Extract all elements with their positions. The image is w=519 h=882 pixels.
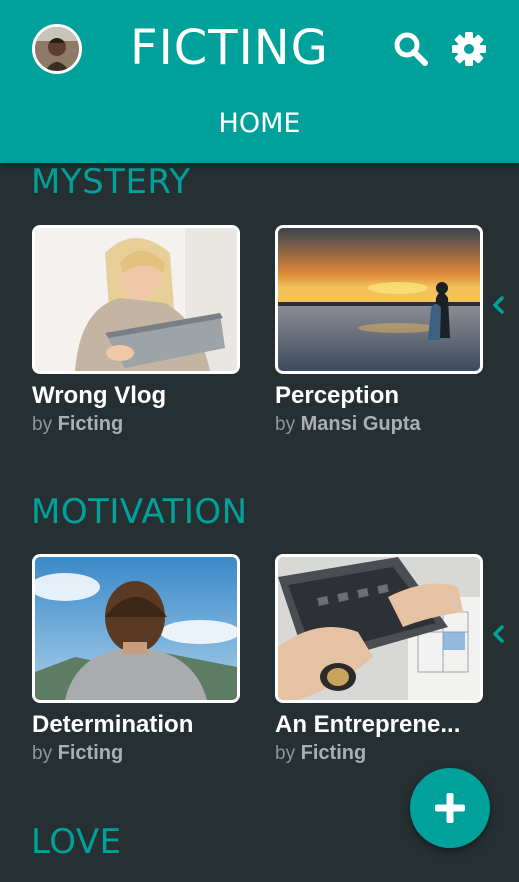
by-label: by bbox=[32, 414, 53, 435]
man-looking-at-sky-image bbox=[35, 557, 237, 700]
section-title-motivation: MOTIVATION bbox=[31, 492, 248, 532]
chevron-left-icon[interactable] bbox=[490, 624, 506, 644]
section-title-mystery: MYSTERY bbox=[31, 162, 191, 202]
story-thumbnail[interactable] bbox=[32, 225, 240, 374]
story-thumbnail[interactable] bbox=[275, 225, 483, 374]
story-thumbnail[interactable] bbox=[275, 554, 483, 703]
add-story-button[interactable] bbox=[410, 768, 490, 848]
avatar[interactable] bbox=[32, 24, 82, 74]
plus-icon bbox=[435, 793, 465, 823]
story-title[interactable]: An Entreprene... bbox=[275, 711, 485, 739]
section-title-love: LOVE bbox=[31, 822, 122, 862]
hands-on-laptop-image bbox=[278, 557, 480, 700]
woman-with-laptop-image bbox=[35, 228, 237, 371]
story-title[interactable]: Wrong Vlog bbox=[32, 382, 242, 410]
story-author[interactable]: by Mansi Gupta bbox=[275, 413, 483, 436]
author-name: Ficting bbox=[300, 742, 367, 764]
chevron-left-icon[interactable] bbox=[490, 295, 506, 315]
tab-home[interactable]: HOME bbox=[0, 108, 519, 139]
story-title[interactable]: Determination bbox=[32, 711, 242, 739]
app-title: FICTING bbox=[130, 20, 329, 76]
app-bar: FICTING HOME bbox=[0, 0, 519, 163]
story-card[interactable]: An Entreprene... by Ficting bbox=[275, 554, 483, 765]
story-title[interactable]: Perception bbox=[275, 382, 485, 410]
story-thumbnail[interactable] bbox=[32, 554, 240, 703]
by-label: by bbox=[32, 743, 53, 764]
story-card[interactable]: Perception by Mansi Gupta bbox=[275, 225, 483, 436]
by-label: by bbox=[275, 743, 296, 764]
settings-button[interactable] bbox=[450, 30, 488, 68]
story-author[interactable]: by Ficting bbox=[32, 742, 240, 765]
couple-at-sunset-image bbox=[278, 228, 480, 371]
by-label: by bbox=[275, 414, 296, 435]
search-icon bbox=[394, 32, 428, 66]
story-card[interactable]: Wrong Vlog by Ficting bbox=[32, 225, 240, 436]
story-card[interactable]: Determination by Ficting bbox=[32, 554, 240, 765]
story-author[interactable]: by Ficting bbox=[275, 742, 483, 765]
user-avatar-icon bbox=[35, 27, 79, 71]
story-author[interactable]: by Ficting bbox=[32, 413, 240, 436]
author-name: Ficting bbox=[57, 413, 124, 435]
gear-icon bbox=[452, 32, 486, 66]
search-button[interactable] bbox=[392, 30, 430, 68]
author-name: Mansi Gupta bbox=[300, 413, 421, 435]
author-name: Ficting bbox=[57, 742, 124, 764]
